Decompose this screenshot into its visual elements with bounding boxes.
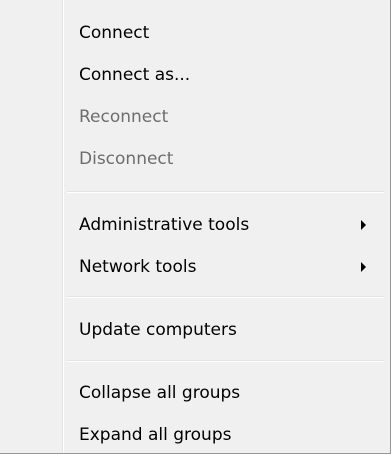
menu-item-label: Connect [79, 23, 150, 43]
menu-item-label: Disconnect [79, 149, 174, 169]
menu-item-label: Expand all groups [79, 425, 232, 445]
menu-item-network-tools[interactable]: Network tools [67, 247, 384, 287]
menu-separator [67, 360, 384, 362]
menu-icon-gutter [0, 0, 64, 453]
menu-item-label: Connect as... [79, 65, 191, 85]
menu-item-reconnect: Reconnect [67, 97, 384, 137]
menu-item-disconnect: Disconnect [67, 139, 384, 179]
menu-item-connect[interactable]: Connect [67, 13, 384, 53]
menu-separator [67, 296, 384, 298]
menu-item-label: Network tools [79, 257, 197, 277]
menu-item-label: Reconnect [79, 107, 169, 127]
menu-item-collapse-all-groups[interactable]: Collapse all groups [67, 373, 384, 413]
chevron-right-icon [361, 262, 366, 272]
menu-item-label: Collapse all groups [79, 383, 241, 403]
menu-item-administrative-tools[interactable]: Administrative tools [67, 205, 384, 245]
context-menu: Connect Connect as... Reconnect Disconne… [0, 0, 391, 454]
menu-item-label: Administrative tools [79, 215, 250, 235]
menu-item-connect-as[interactable]: Connect as... [67, 55, 384, 95]
menu-item-label: Update computers [79, 320, 237, 340]
chevron-right-icon [361, 220, 366, 230]
menu-item-update-computers[interactable]: Update computers [67, 310, 384, 350]
menu-separator [67, 191, 384, 193]
menu-item-expand-all-groups[interactable]: Expand all groups [67, 415, 384, 455]
